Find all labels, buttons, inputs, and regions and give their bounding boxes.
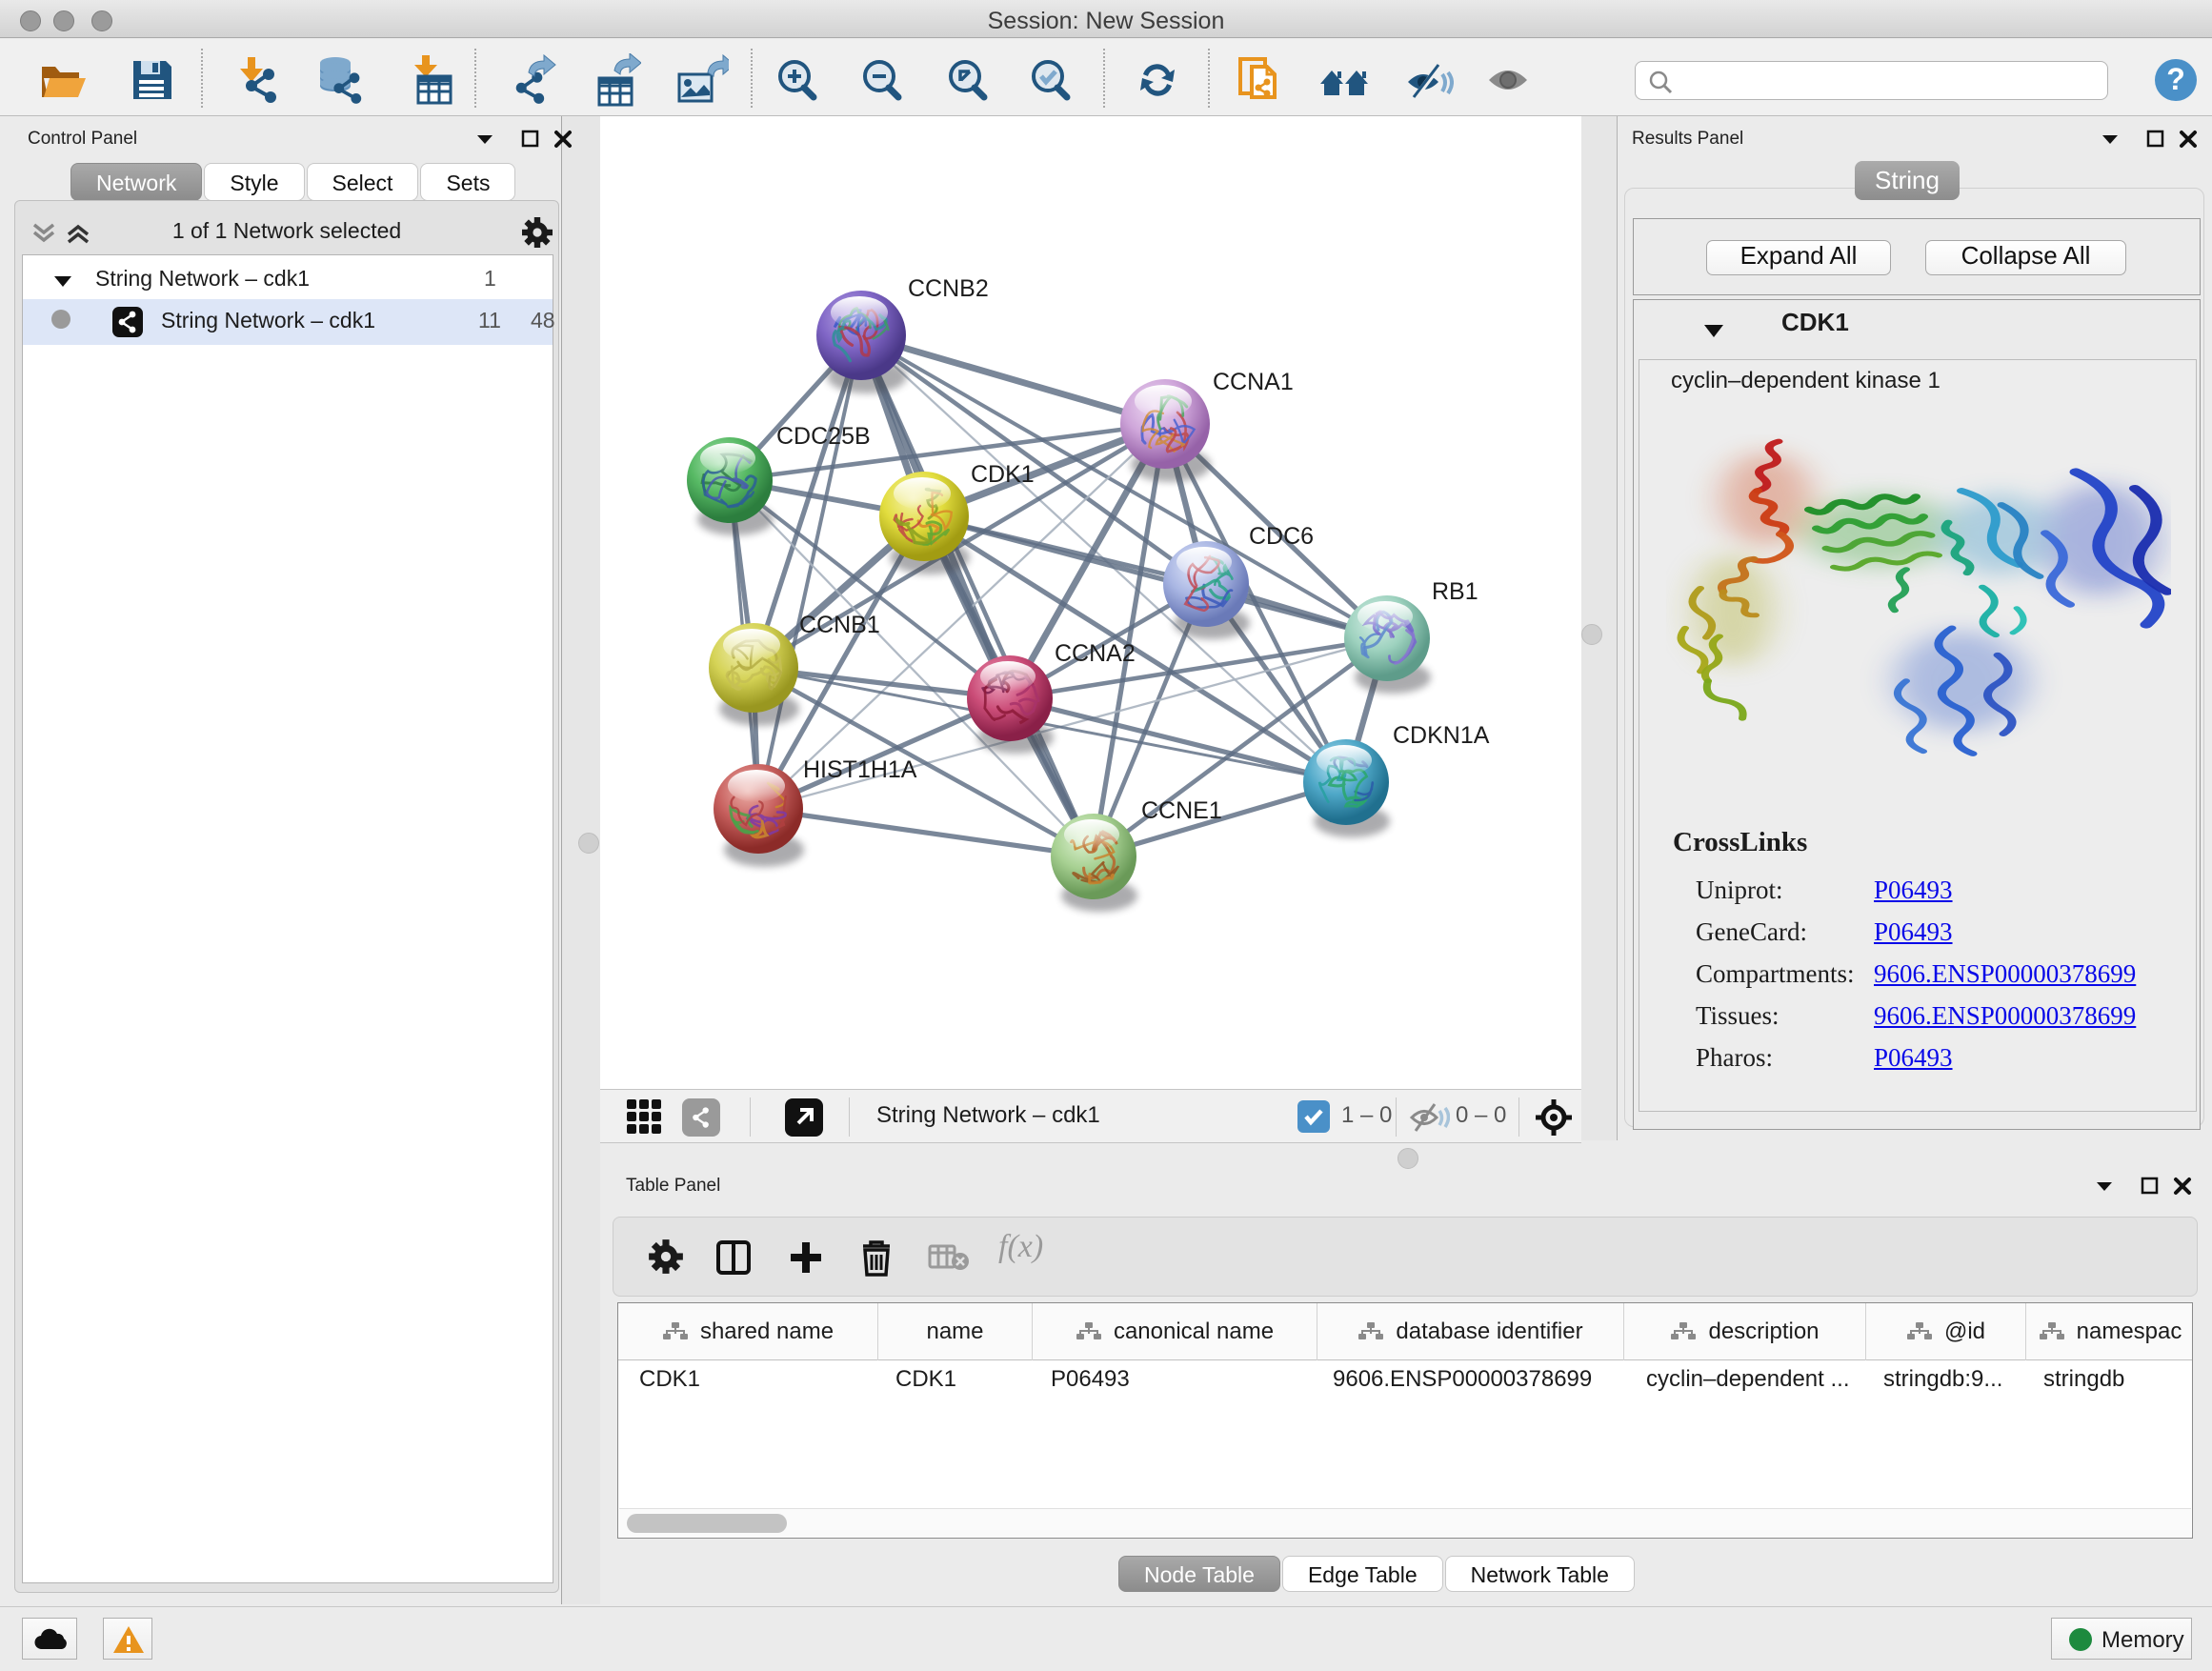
- svg-text:CDKN1A: CDKN1A: [1393, 722, 1490, 749]
- svg-text:HIST1H1A: HIST1H1A: [803, 756, 917, 783]
- svg-text:CDC25B: CDC25B: [776, 423, 871, 450]
- svg-text:CCNA2: CCNA2: [1055, 640, 1136, 667]
- svg-text:CCNB2: CCNB2: [908, 275, 989, 302]
- svg-text:CCNB1: CCNB1: [799, 612, 880, 638]
- svg-text:CDK1: CDK1: [971, 461, 1035, 488]
- svg-text:?: ?: [2166, 62, 2185, 96]
- svg-text:CCNA1: CCNA1: [1213, 369, 1294, 395]
- svg-text:RB1: RB1: [1432, 578, 1478, 605]
- svg-text:CCNE1: CCNE1: [1141, 797, 1222, 824]
- svg-text:CDC6: CDC6: [1249, 523, 1314, 550]
